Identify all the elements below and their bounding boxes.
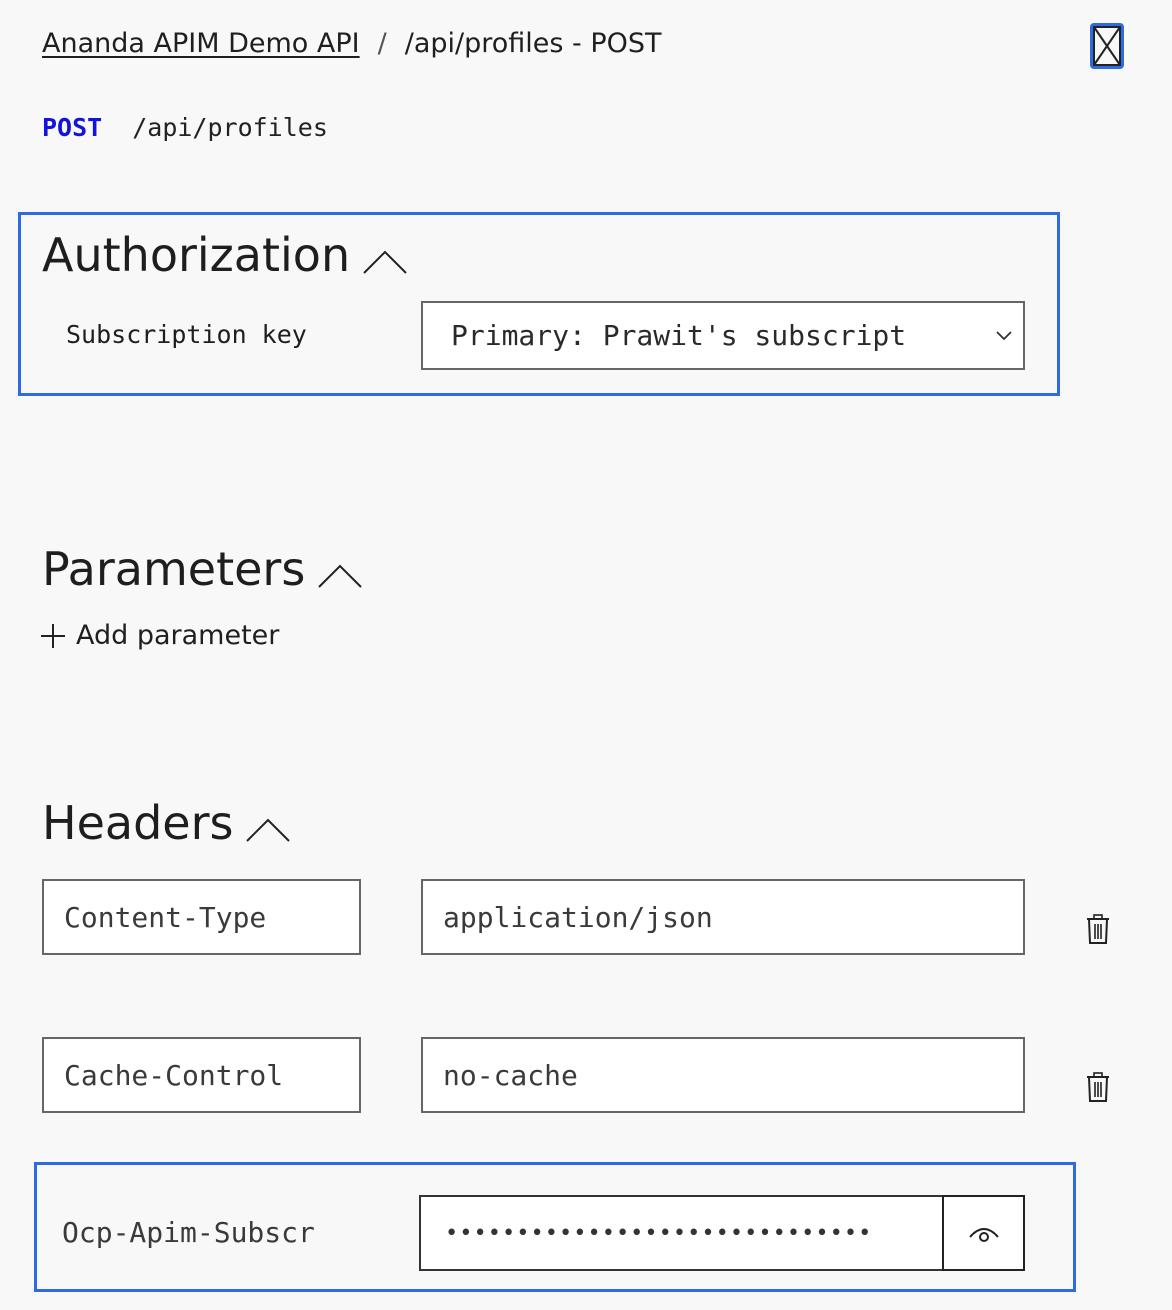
header-name-value: Cache-Control: [64, 1058, 284, 1092]
authorization-header[interactable]: Authorization: [42, 228, 408, 282]
request-line: POST/api/profiles: [42, 113, 328, 142]
breadcrumb-current: /api/profiles - POST: [404, 28, 662, 59]
parameters-header[interactable]: Parameters: [42, 542, 363, 596]
add-parameter-label: Add parameter: [76, 620, 280, 651]
breadcrumb-separator: /: [377, 28, 387, 59]
trash-icon: [1087, 914, 1109, 944]
subscription-key-input[interactable]: ••••••••••••••••••••••••••••••: [419, 1195, 944, 1271]
delete-header-button[interactable]: [1083, 1071, 1113, 1103]
header-name-value: Content-Type: [64, 900, 267, 934]
chevron-up-icon: [363, 250, 407, 274]
trash-icon: [1087, 1072, 1109, 1102]
breadcrumb: Ananda APIM Demo API / /api/profiles - POS…: [42, 28, 662, 59]
parameters-title: Parameters: [42, 542, 306, 596]
header-value-value: no-cache: [443, 1058, 578, 1092]
breadcrumb-api-link[interactable]: Ananda APIM Demo API: [42, 28, 360, 59]
header-name-value: Ocp-Apim-Subscr: [62, 1216, 315, 1249]
header-value-input[interactable]: application/json: [421, 879, 1025, 955]
header-name-input[interactable]: Content-Type: [42, 879, 361, 955]
headers-title: Headers: [42, 796, 234, 850]
subscription-key-value: Primary: Prawit's subscript: [451, 319, 907, 352]
authorization-title: Authorization: [42, 228, 351, 282]
header-name-input[interactable]: Cache-Control: [42, 1037, 361, 1113]
delete-header-button[interactable]: [1083, 913, 1113, 945]
close-icon: [1093, 26, 1121, 66]
headers-header[interactable]: Headers: [42, 796, 291, 850]
add-parameter-button[interactable]: Add parameter: [40, 620, 279, 651]
request-path: /api/profiles: [132, 113, 328, 142]
reveal-key-button[interactable]: [942, 1195, 1025, 1271]
chevron-down-icon: [996, 330, 1012, 340]
subscription-key-select[interactable]: Primary: Prawit's subscript: [421, 301, 1025, 370]
plus-icon: [41, 623, 65, 648]
header-value-value: application/json: [443, 900, 713, 934]
chevron-up-icon: [318, 564, 363, 588]
close-button[interactable]: [1090, 23, 1124, 69]
masked-key-value: ••••••••••••••••••••••••••••••: [445, 1220, 873, 1246]
chevron-up-icon: [246, 818, 291, 842]
subscription-key-label: Subscription key: [66, 320, 307, 349]
http-method: POST: [42, 113, 103, 142]
eye-icon: [968, 1228, 999, 1242]
header-value-input[interactable]: no-cache: [421, 1037, 1025, 1113]
